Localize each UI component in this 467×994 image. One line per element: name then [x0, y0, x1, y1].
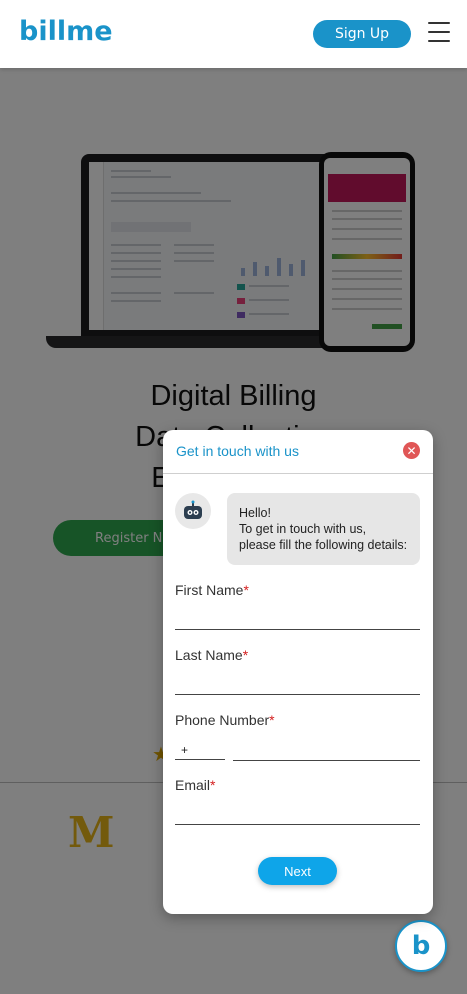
modal-divider — [163, 473, 433, 474]
country-code-field[interactable] — [175, 740, 225, 760]
greeting-line-1: Hello! — [239, 506, 271, 520]
contact-form-modal: Get in touch with us ✕ Hello! To get in … — [163, 430, 433, 914]
robot-icon — [175, 493, 211, 529]
phone-number-field[interactable] — [233, 740, 420, 761]
last-name-label: Last Name* — [175, 647, 249, 663]
phone-number-label: Phone Number* — [175, 712, 275, 728]
greeting-line-3: please fill the following details: — [239, 538, 408, 552]
bot-message-bubble: Hello! To get in touch with us, please f… — [227, 493, 420, 565]
email-field[interactable] — [175, 802, 420, 825]
close-icon[interactable]: ✕ — [403, 442, 420, 459]
chat-launcher-label: b — [411, 931, 431, 961]
first-name-field[interactable] — [175, 607, 420, 630]
billme-logo[interactable]: billme — [19, 16, 113, 47]
last-name-field[interactable] — [175, 672, 420, 695]
email-label: Email* — [175, 777, 216, 793]
modal-title: Get in touch with us — [176, 443, 299, 459]
hamburger-menu-icon[interactable] — [428, 22, 450, 42]
first-name-label: First Name* — [175, 582, 249, 598]
next-button[interactable]: Next — [258, 857, 337, 885]
site-header: billme Sign Up — [0, 0, 467, 68]
greeting-line-2: To get in touch with us, — [239, 522, 367, 536]
chat-launcher-icon[interactable]: b — [395, 920, 447, 972]
signup-button[interactable]: Sign Up — [313, 20, 411, 48]
